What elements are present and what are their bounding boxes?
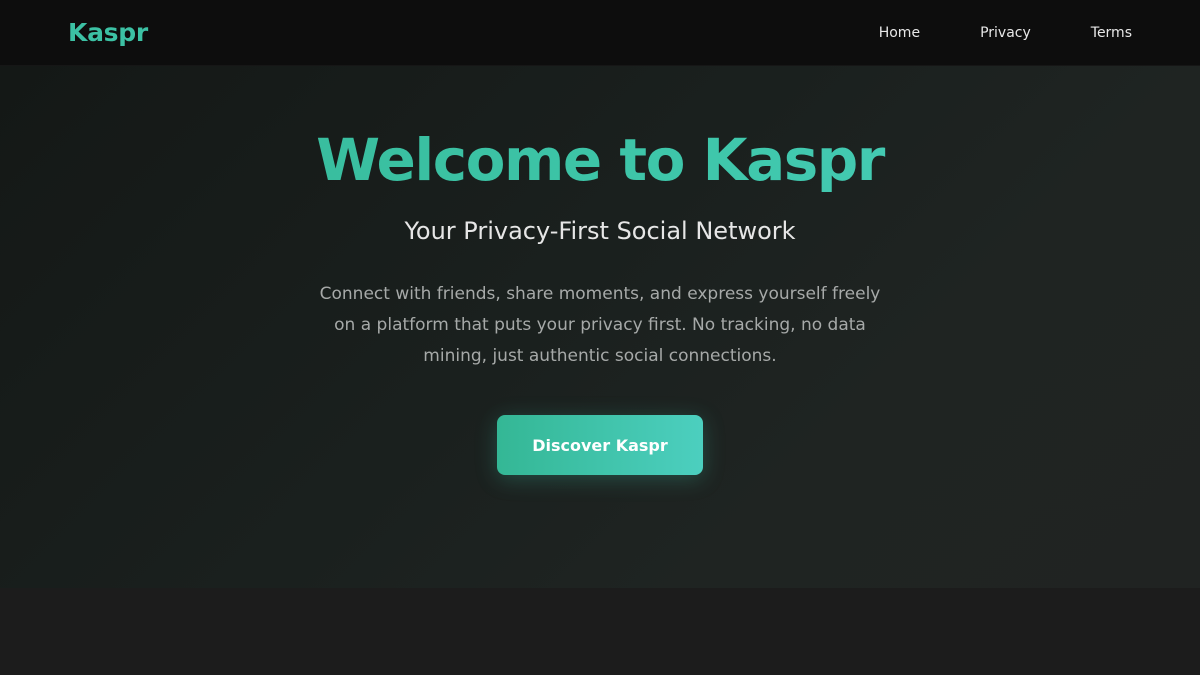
discover-button[interactable]: Discover Kaspr (497, 415, 703, 475)
hero-section: Welcome to Kaspr Your Privacy-First Soci… (0, 66, 1200, 588)
hero-description: Connect with friends, share moments, and… (319, 284, 881, 366)
hero-subtitle: Your Privacy-First Social Network (404, 217, 796, 245)
nav-links: Home Privacy Terms (879, 25, 1132, 41)
nav-link-privacy[interactable]: Privacy (980, 25, 1031, 41)
brand-logo[interactable]: Kaspr (68, 18, 148, 47)
lower-section (0, 588, 1200, 675)
nav-link-home[interactable]: Home (879, 25, 920, 41)
hero-title: Welcome to Kaspr (0, 124, 1200, 196)
top-navbar: Kaspr Home Privacy Terms (0, 0, 1200, 66)
nav-link-terms[interactable]: Terms (1091, 25, 1132, 41)
